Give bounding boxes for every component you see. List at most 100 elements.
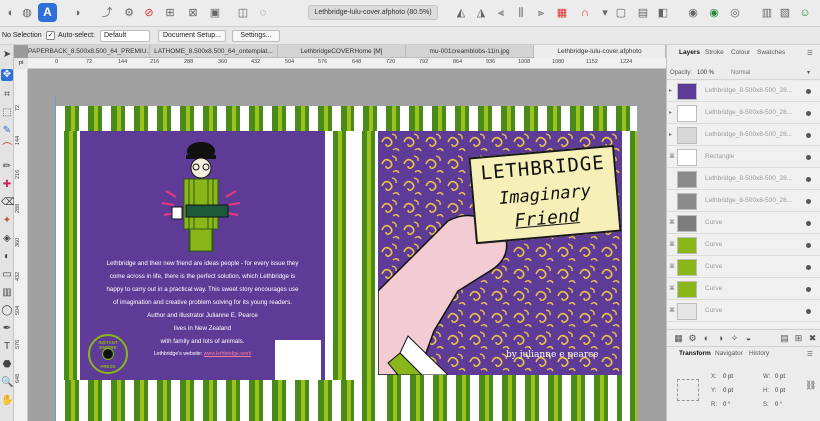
quick-mask-icon[interactable]: ◫ xyxy=(236,6,250,20)
layer-expand-icon[interactable]: ▸ xyxy=(669,109,672,116)
layer-visibility-icon[interactable] xyxy=(806,111,811,116)
vertical-ruler[interactable]: 72 144 216 288 360 432 504 576 648 xyxy=(14,69,28,421)
rectangle-tool-icon[interactable]: ▭ xyxy=(1,269,13,281)
app-logo-icon[interactable]: A xyxy=(38,3,57,22)
curve-link-icon[interactable]: ⌘ xyxy=(669,285,675,292)
shape-tool-icon[interactable]: ⬣ xyxy=(1,359,13,371)
share-icon[interactable]: ◎ xyxy=(728,6,742,20)
group-layers-icon[interactable]: ▤ xyxy=(779,333,790,344)
persona-export-icon[interactable]: ⤴ xyxy=(100,6,114,20)
layout-icon[interactable]: ▧ xyxy=(778,6,792,20)
layer-options-icon[interactable]: ▦ xyxy=(673,333,684,344)
anchor-selector[interactable] xyxy=(677,379,699,401)
tab-transform[interactable]: Transform xyxy=(679,350,711,357)
layer-visibility-icon[interactable] xyxy=(806,221,811,226)
layer-row[interactable]: ⌘ Rectangle xyxy=(667,147,820,168)
layer-visibility-icon[interactable] xyxy=(806,287,811,292)
refine-icon[interactable]: ◌ xyxy=(256,6,270,20)
arrange-forward-icon[interactable]: ◮ xyxy=(474,6,488,20)
dodge-tool-icon[interactable]: ✦ xyxy=(1,215,13,227)
layer-visibility-icon[interactable] xyxy=(806,265,811,270)
cloud-sync-icon[interactable]: ◉ xyxy=(707,6,721,20)
crop-grid-icon[interactable]: ⊠ xyxy=(186,6,200,20)
layer-row[interactable]: ⌘ Curve xyxy=(667,257,820,278)
tab-history[interactable]: History xyxy=(749,350,769,357)
layer-row[interactable]: Lethbridge_8-500x8-500_28... xyxy=(667,169,820,190)
layer-row[interactable]: ⌘ Curve xyxy=(667,213,820,234)
adjustment-layer-icon[interactable]: ◑ xyxy=(715,333,726,344)
layer-visibility-icon[interactable] xyxy=(806,133,811,138)
layer-row[interactable]: ▸ Lethbridge_8-500x8-500_28... xyxy=(667,81,820,102)
fx-icon[interactable]: ✧ xyxy=(729,333,740,344)
r-field[interactable]: 0 ° xyxy=(723,402,730,408)
website-link[interactable]: www.lethbridge.work xyxy=(204,351,252,357)
delete-layer-icon[interactable]: ✖ xyxy=(807,333,818,344)
layer-visibility-icon[interactable] xyxy=(806,155,811,160)
studio-icon[interactable]: ▥ xyxy=(760,6,774,20)
tab-lethbridge-lulu-cover[interactable]: Lethbridge-lulu-cover.afphoto xyxy=(534,45,666,58)
erase-tool-icon[interactable]: ⌫ xyxy=(1,197,15,209)
text-tool-icon[interactable]: T xyxy=(1,341,13,353)
blend-dropdown-icon[interactable]: ▾ xyxy=(807,69,810,76)
layer-visibility-icon[interactable] xyxy=(806,89,811,94)
adjustment-icon[interactable]: ◧ xyxy=(656,6,670,20)
paint-brush-icon[interactable]: ⌒ xyxy=(1,143,13,155)
layer-row[interactable]: ▸ Lethbridge_8-500x8-500_28... xyxy=(667,125,820,146)
chat-icon[interactable]: ◉ xyxy=(686,6,700,20)
selection-grid-icon[interactable]: ▣ xyxy=(208,6,222,20)
h-field[interactable]: 0 pt xyxy=(775,388,785,394)
hand-tool-icon[interactable]: ✋ xyxy=(1,395,13,407)
horizontal-ruler[interactable]: 0 72 144 216 288 360 432 504 576 648 720… xyxy=(28,58,666,69)
tab-lethbridge-cover-home[interactable]: LethbridgeCOVERHome [M] xyxy=(278,45,406,58)
tab-layers[interactable]: Layers xyxy=(679,49,700,56)
crop-tool-icon[interactable]: ⌗ xyxy=(1,89,13,101)
tab-lathome[interactable]: LATHOME_8.500x8.500_64_ontemplat... xyxy=(150,45,278,58)
tab-navigator[interactable]: Navigator xyxy=(715,350,743,357)
layer-row[interactable]: ⌘ Curve xyxy=(667,235,820,256)
layer-link-icon[interactable]: ⌘ xyxy=(669,153,675,160)
ellipse-tool-icon[interactable]: ◯ xyxy=(1,305,13,317)
snapping-icon[interactable]: ⊘ xyxy=(142,6,156,20)
y-field[interactable]: 0 pt xyxy=(723,388,733,394)
zoom-tool-icon[interactable]: 🔍 xyxy=(1,377,13,389)
auto-select-checkbox[interactable]: ✓ xyxy=(46,31,55,40)
live-filter-icon[interactable]: ◒ xyxy=(743,333,754,344)
opacity-value[interactable]: 100 % xyxy=(697,70,714,76)
layer-expand-icon[interactable]: ▸ xyxy=(669,131,672,138)
brush-tool-icon[interactable]: ✏ xyxy=(1,161,13,173)
curve-link-icon[interactable]: ⌘ xyxy=(669,263,675,270)
blend-options-icon[interactable]: ⚙ xyxy=(687,333,698,344)
lock-aspect-icon[interactable]: ⛓ xyxy=(805,380,816,391)
tab-stroke[interactable]: Stroke xyxy=(705,49,724,56)
curve-link-icon[interactable]: ⌘ xyxy=(669,219,675,226)
add-layer-icon[interactable]: ⊞ xyxy=(793,333,804,344)
mask-layer-icon[interactable]: ◐ xyxy=(701,333,712,344)
layer-visibility-icon[interactable] xyxy=(806,243,811,248)
curve-link-icon[interactable]: ⌘ xyxy=(669,307,675,314)
tab-creamblobs[interactable]: mu-001creamblobs-11in.jpg xyxy=(406,45,534,58)
user-account-icon[interactable]: ☺ xyxy=(798,6,812,20)
layer-row[interactable]: ▸ Lethbridge_8-500x8-500_28... xyxy=(667,103,820,124)
layer-visibility-icon[interactable] xyxy=(806,177,811,182)
magnet-snapping-icon[interactable]: ∩ xyxy=(578,6,592,20)
s-field[interactable]: 0 ° xyxy=(775,402,782,408)
document-canvas[interactable]: Lethbridge and their new friend are idea… xyxy=(28,69,666,421)
layer-row[interactable]: ⌘ Curve xyxy=(667,279,820,300)
tab-colour[interactable]: Colour xyxy=(731,49,750,56)
layer-visibility-icon[interactable] xyxy=(806,199,811,204)
selection-brush-icon[interactable]: ⬚ xyxy=(1,107,13,119)
layer-visibility-icon[interactable] xyxy=(806,309,811,314)
curve-link-icon[interactable]: ⌘ xyxy=(669,241,675,248)
align-center-icon[interactable]: ⫼ xyxy=(514,6,528,20)
view-tool-icon[interactable]: ✥ xyxy=(1,69,13,81)
tab-swatches[interactable]: Swatches xyxy=(757,49,785,56)
snapping-dropdown-icon[interactable]: ▾ xyxy=(598,6,612,20)
snap-grid-icon[interactable]: ▦ xyxy=(555,6,569,20)
arrange-back-icon[interactable]: ◭ xyxy=(454,6,468,20)
blend-mode-select[interactable]: Normal xyxy=(731,70,750,76)
transform-menu-icon[interactable]: ☰ xyxy=(807,350,813,358)
persona-liquify-icon[interactable]: ◍ xyxy=(20,6,34,20)
persona-develop-icon[interactable]: ◑ xyxy=(70,6,84,20)
w-field[interactable]: 0 pt xyxy=(775,374,785,380)
mask-icon[interactable]: ▤ xyxy=(636,6,650,20)
